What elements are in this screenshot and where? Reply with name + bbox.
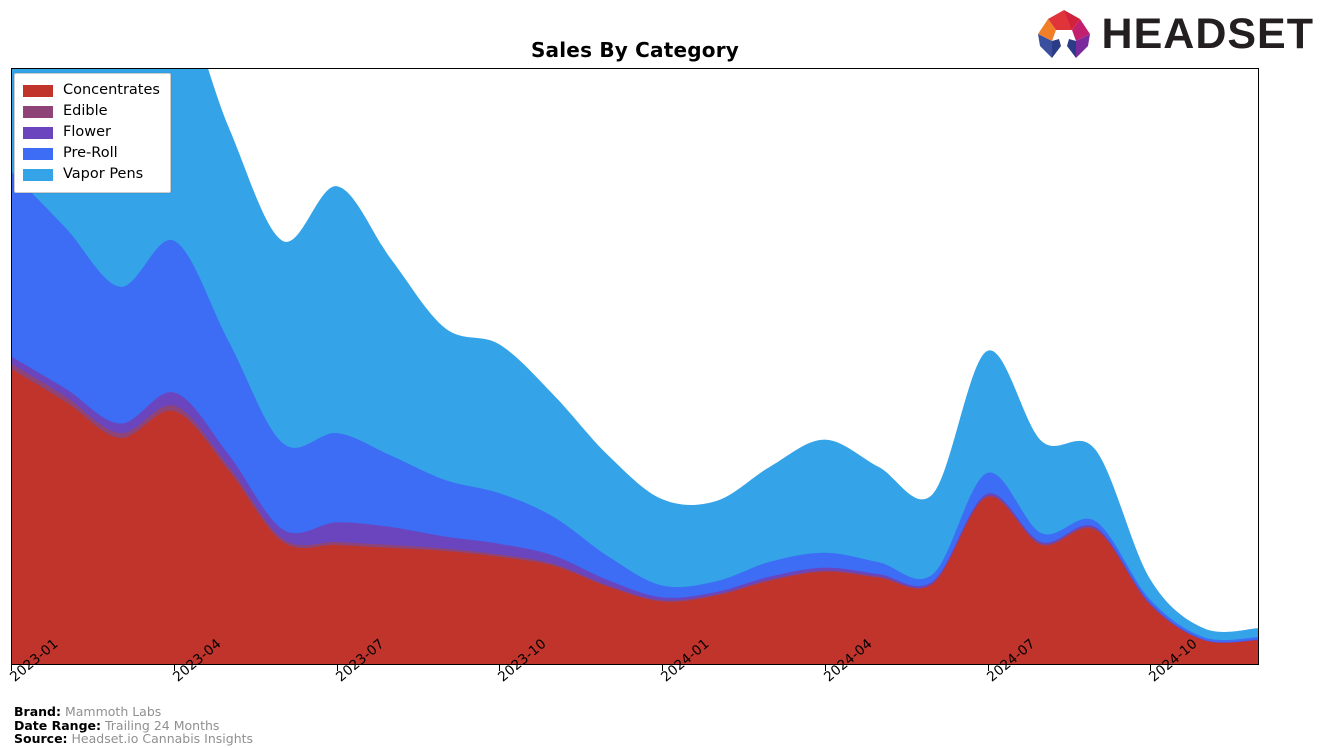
footer-label-source: Source: <box>14 731 68 747</box>
legend-item-edible[interactable]: Edible <box>23 101 160 122</box>
stacked-area-chart <box>12 69 1258 664</box>
plot-area <box>11 68 1259 665</box>
legend-swatch-vapor-pens <box>23 168 53 181</box>
chart-legend: Concentrates Edible Flower Pre-Roll Vapo… <box>14 73 171 193</box>
legend-item-pre-roll[interactable]: Pre-Roll <box>23 143 160 164</box>
area-layers <box>12 69 1258 664</box>
legend-label-pre-roll: Pre-Roll <box>63 145 118 162</box>
chart-page: Sales By Category HEADSET Concentrates E… <box>0 0 1324 748</box>
chart-footer: Brand: Mammoth Labs Date Range: Trailing… <box>14 705 253 746</box>
footer-row-brand: Brand: Mammoth Labs <box>14 705 253 719</box>
legend-label-edible: Edible <box>63 103 108 120</box>
headset-logo: HEADSET <box>1032 8 1314 60</box>
footer-row-date-range: Date Range: Trailing 24 Months <box>14 718 253 733</box>
legend-label-concentrates: Concentrates <box>63 82 160 99</box>
legend-item-concentrates[interactable]: Concentrates <box>23 80 160 101</box>
footer-row-source: Source: Headset.io Cannabis Insights <box>14 732 253 746</box>
legend-swatch-flower <box>23 126 53 139</box>
headset-arch-logo-icon <box>1037 10 1090 58</box>
legend-swatch-edible <box>23 105 53 118</box>
legend-swatch-concentrates <box>23 84 53 97</box>
legend-swatch-pre-roll <box>23 147 53 160</box>
legend-label-flower: Flower <box>63 124 111 141</box>
legend-label-vapor-pens: Vapor Pens <box>63 166 144 183</box>
logo-wordmark: HEADSET <box>1101 9 1314 58</box>
footer-value-source: Headset.io Cannabis Insights <box>71 731 254 747</box>
legend-item-vapor-pens[interactable]: Vapor Pens <box>23 164 160 185</box>
legend-item-flower[interactable]: Flower <box>23 122 160 143</box>
